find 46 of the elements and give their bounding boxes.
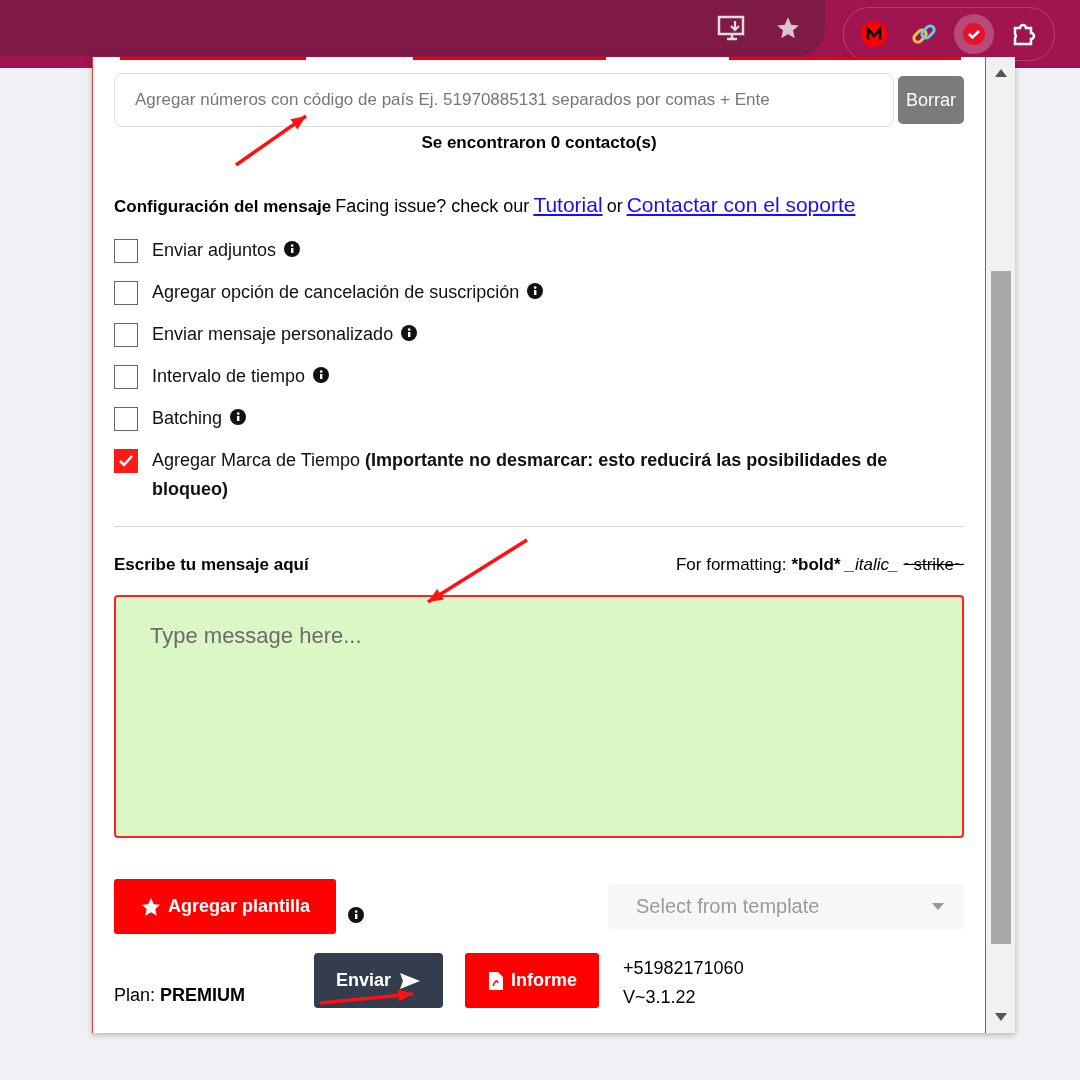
caret-icon <box>932 903 944 910</box>
template-select[interactable]: Select from template <box>608 883 964 930</box>
checkbox[interactable] <box>114 239 138 263</box>
plan-label: Plan: PREMIUM <box>114 985 246 1007</box>
send-icon <box>399 971 421 990</box>
phone-number: +51982171060 <box>623 958 744 979</box>
pdf-file-icon <box>487 970 505 991</box>
install-icon[interactable] <box>717 15 747 41</box>
support-link[interactable]: Contactar con el soporte <box>626 193 856 217</box>
check-badge-icon[interactable] <box>962 22 986 46</box>
message-field[interactable]: Type message here... <box>114 595 964 838</box>
checkbox[interactable] <box>114 365 138 389</box>
option-label: Agregar opción de cancelación de suscripción <box>152 281 520 304</box>
option-label: Enviar mensaje personalizado <box>152 323 394 346</box>
checkbox[interactable] <box>114 323 138 347</box>
scroll-down-icon[interactable] <box>994 1013 1007 1021</box>
option-label: Agregar Marca de Tiempo (Importante no desmarcar: esto reducirá las posibilidades de bloqueo) <box>152 449 889 501</box>
formatting-hint: For formatting: *bold* _italic_ ~strike~ <box>675 555 964 575</box>
checkbox[interactable] <box>114 281 138 305</box>
help-text: Facing issue? check our <box>335 196 530 217</box>
info-icon[interactable] <box>230 409 247 425</box>
version-label: V~3.1.22 <box>623 987 697 1008</box>
message-label: Escribe tu mensaje aquí <box>114 555 309 575</box>
option-label: Intervalo de tiempo <box>152 365 306 388</box>
clear-button[interactable]: Borrar <box>898 76 964 124</box>
info-icon[interactable] <box>313 367 330 383</box>
extension-icon[interactable] <box>860 20 888 48</box>
check-icon <box>118 454 134 468</box>
info-icon[interactable] <box>527 283 544 299</box>
info-icon[interactable] <box>348 906 365 923</box>
help-text: or <box>606 196 623 217</box>
numbers-field[interactable]: Agregar números con código de país Ej. 51970885131 separados por comas + Ente <box>114 73 894 127</box>
scrollbar[interactable] <box>986 57 1015 1033</box>
star-icon[interactable] <box>775 15 801 41</box>
option-label: Batching <box>152 407 223 430</box>
contacts-count: Se encontraron 0 contacto(s) <box>420 133 658 153</box>
report-button[interactable]: Informe <box>465 953 599 1008</box>
checkbox[interactable] <box>114 407 138 431</box>
info-icon[interactable] <box>284 241 301 257</box>
send-button[interactable]: Enviar <box>314 953 443 1008</box>
checkbox[interactable] <box>114 449 138 473</box>
tutorial-link[interactable]: Tutorial <box>533 193 603 217</box>
add-template-button[interactable]: Agregar plantilla <box>114 879 337 934</box>
info-icon[interactable] <box>401 325 418 341</box>
settings-title: Configuración del mensaje <box>114 197 332 217</box>
option-label: Enviar adjuntos <box>152 239 277 262</box>
